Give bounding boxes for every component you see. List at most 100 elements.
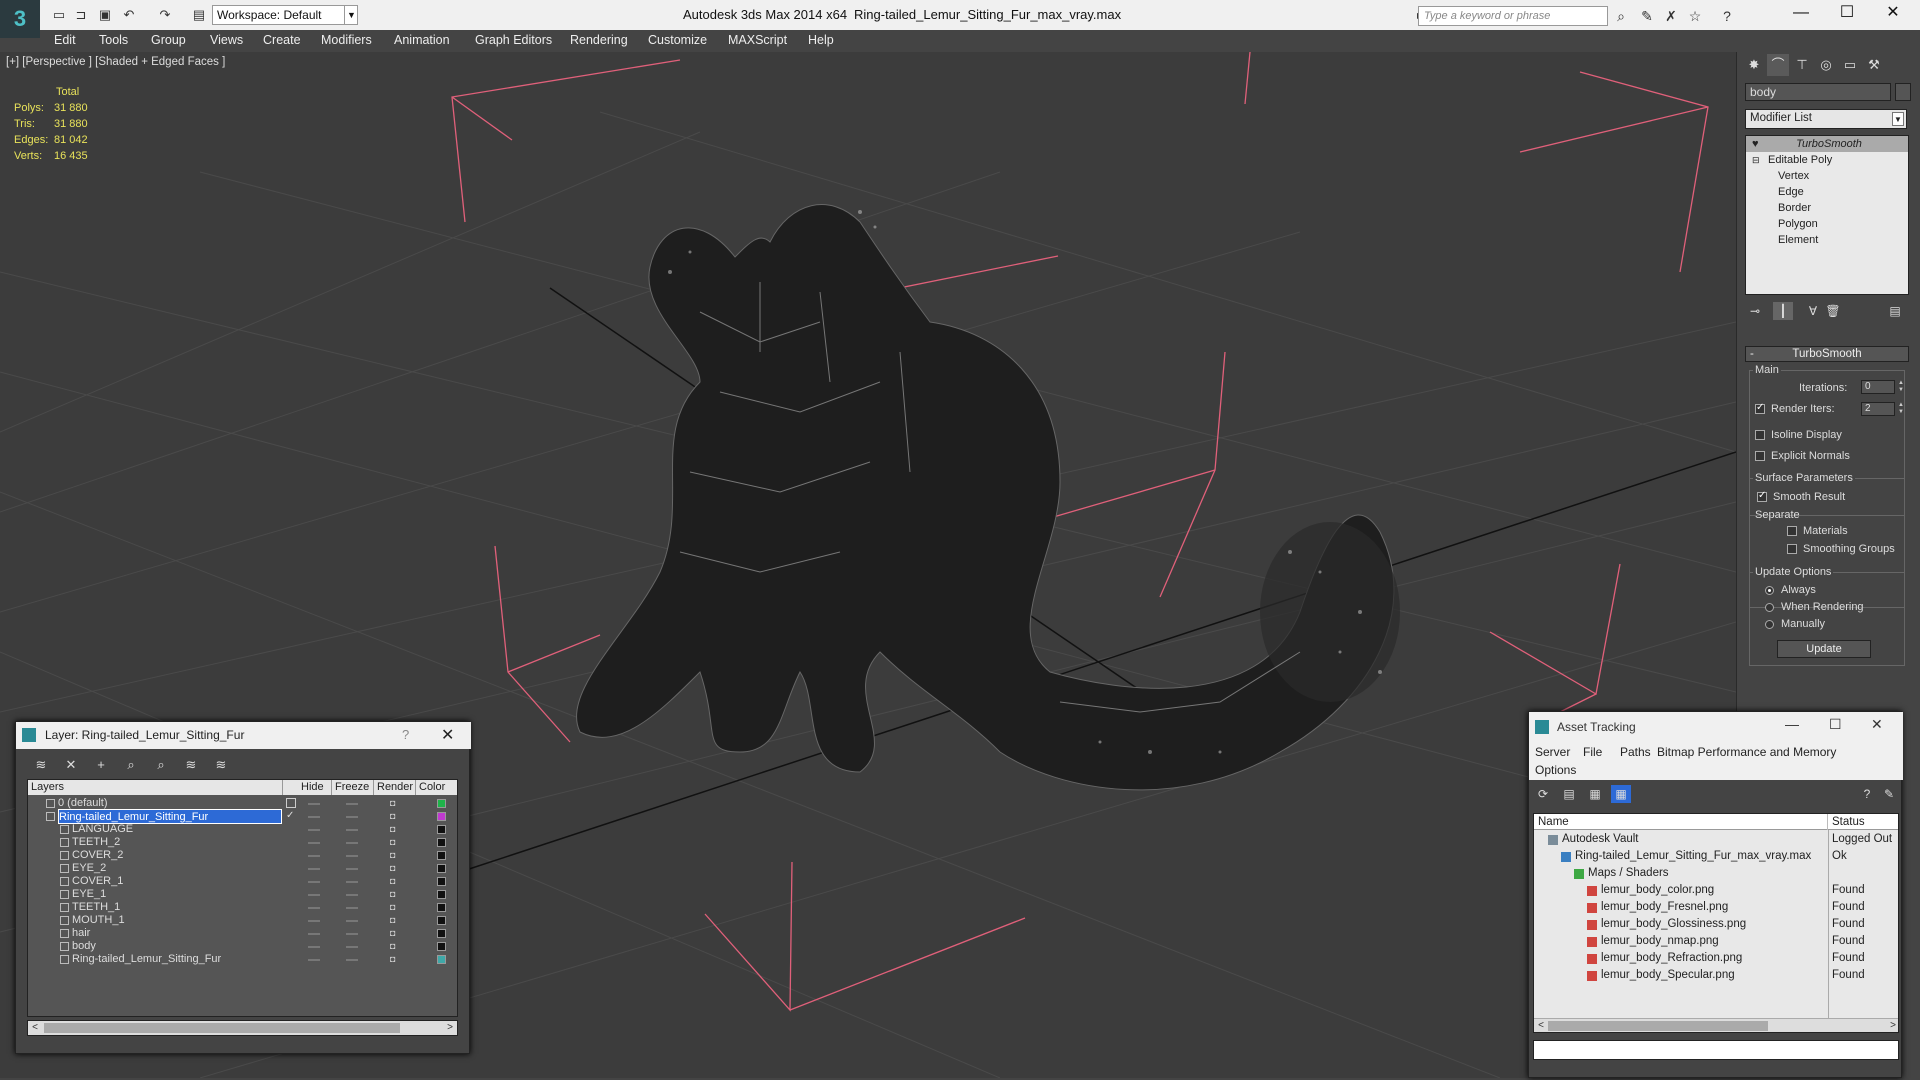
open-file-icon[interactable]: ⊐ [72,6,90,24]
column-layers[interactable]: Layers [28,780,283,795]
render-teapot-icon[interactable]: ◘ [390,916,400,925]
layer-freeze-toggle[interactable] [346,920,358,922]
search-input[interactable]: Type a keyword or phrase [1418,6,1608,26]
asset-row[interactable]: Autodesk Vault Logged Out [1534,831,1898,848]
new-file-icon[interactable]: ▭ [50,6,68,24]
asset-row[interactable]: Ring-tailed_Lemur_Sitting_Fur_max_vray.m… [1534,848,1898,865]
asset-row[interactable]: lemur_body_color.png Found [1534,882,1898,899]
freeze-all-layers-icon[interactable]: ≋ [210,754,232,776]
viewport-label[interactable]: [+] [Perspective ] [Shaded + Edged Faces… [6,56,225,68]
modify-tab-icon[interactable]: ⌒ [1767,54,1789,76]
asset-row[interactable]: lemur_body_Glossiness.png Found [1534,916,1898,933]
update-manually-radio[interactable] [1765,620,1774,629]
render-teapot-icon[interactable]: ◘ [390,838,400,847]
object-color-swatch[interactable] [1895,83,1911,101]
project-folder-icon[interactable]: ▤ [190,6,208,24]
layer-freeze-toggle[interactable] [346,803,358,805]
render-teapot-icon[interactable]: ◘ [390,929,400,938]
settings-icon[interactable]: ✎ [1879,785,1899,803]
menu-maxscript[interactable]: MAXScript [728,33,787,47]
hierarchy-tab-icon[interactable]: ⊤ [1791,54,1813,76]
stack-sub-border[interactable]: Border [1746,200,1908,216]
layer-hide-toggle[interactable] [308,933,320,935]
stack-sub-element[interactable]: Element [1746,232,1908,248]
layer-freeze-toggle[interactable] [346,868,358,870]
redo-icon[interactable]: ↷ [156,6,174,24]
menu-bitmap-performance[interactable]: Bitmap Performance and Memory [1657,745,1836,759]
smooth-result-checkbox[interactable] [1757,490,1767,502]
layer-freeze-toggle[interactable] [346,855,358,857]
asset-tracking-titlebar[interactable]: Asset Tracking — ☐ ✕ [1529,712,1903,742]
active-layer-check-icon[interactable]: ✓ [286,811,296,821]
minimize-button[interactable]: — [1778,0,1824,28]
workspace-dropdown[interactable]: Workspace: Default [212,5,358,25]
menu-customize[interactable]: Customize [648,33,707,47]
close-button[interactable]: ✕ [441,725,454,745]
subscription-icon[interactable]: ✎ [1638,7,1656,25]
layer-hide-toggle[interactable] [308,829,320,831]
make-unique-icon[interactable]: ∀ [1803,302,1823,320]
layer-color-swatch[interactable] [437,890,446,899]
layer-freeze-toggle[interactable] [346,933,358,935]
chevron-down-icon[interactable]: ▼ [344,5,358,25]
maximize-button[interactable]: ☐ [1824,0,1870,28]
menu-group[interactable]: Group [151,33,186,47]
create-layer-icon[interactable]: ≋ [30,754,52,776]
communication-icon[interactable]: ✗ [1662,7,1680,25]
stack-sub-polygon[interactable]: Polygon [1746,216,1908,232]
layer-hide-toggle[interactable] [308,842,320,844]
layer-hide-toggle[interactable] [308,881,320,883]
menu-file[interactable]: File [1583,745,1602,759]
menu-rendering[interactable]: Rendering [570,33,628,47]
layer-name[interactable]: Ring-tailed_Lemur_Sitting_Fur [72,952,221,967]
collapse-icon[interactable]: - [1750,347,1754,361]
layer-hide-toggle[interactable] [308,894,320,896]
asset-row[interactable]: lemur_body_Refraction.png Found [1534,950,1898,967]
app-logo-icon[interactable]: 3 [0,0,40,38]
layer-freeze-toggle[interactable] [346,881,358,883]
render-teapot-icon[interactable]: ◘ [390,903,400,912]
minimize-button[interactable]: — [1785,716,1799,732]
layer-hide-toggle[interactable] [308,907,320,909]
menu-options[interactable]: Options [1535,763,1576,777]
menu-animation[interactable]: Animation [394,33,450,47]
menu-views[interactable]: Views [210,33,243,47]
menu-graph-editors[interactable]: Graph Editors [475,33,552,47]
table-view-icon[interactable]: ▦ [1611,785,1631,803]
layer-hide-toggle[interactable] [308,855,320,857]
column-name[interactable]: Name [1534,814,1828,830]
chevron-down-icon[interactable]: ▼ [1892,112,1904,126]
scroll-thumb[interactable] [44,1023,400,1033]
render-teapot-icon[interactable]: ◘ [390,942,400,951]
column-render[interactable]: Render [374,780,416,795]
asset-row[interactable]: lemur_body_nmap.png Found [1534,933,1898,950]
column-freeze[interactable]: Freeze [332,780,374,795]
layer-row[interactable]: Ring-tailed_Lemur_Sitting_Fur ◘ [28,952,457,968]
layer-hide-toggle[interactable] [308,803,320,805]
help-icon[interactable]: ? [1857,785,1877,803]
menu-edit[interactable]: Edit [54,33,76,47]
menu-create[interactable]: Create [263,33,301,47]
close-button[interactable]: ✕ [1870,0,1916,28]
scroll-thumb[interactable] [1548,1021,1768,1031]
save-file-icon[interactable]: ▣ [96,6,114,24]
asset-row[interactable]: lemur_body_Fresnel.png Found [1534,899,1898,916]
layer-freeze-toggle[interactable] [346,816,358,818]
lemur-model[interactable] [575,204,1400,791]
horizontal-scrollbar[interactable]: < > [27,1020,458,1036]
update-button[interactable]: Update [1777,640,1871,658]
scroll-left-icon[interactable]: < [29,1022,41,1033]
column-status[interactable]: Status [1828,814,1898,830]
layer-color-swatch[interactable] [437,903,446,912]
isoline-display-checkbox[interactable] [1755,430,1765,440]
layer-freeze-toggle[interactable] [346,894,358,896]
list-view-icon[interactable]: ▤ [1559,785,1579,803]
explicit-normals-checkbox[interactable] [1755,451,1765,461]
turbosmooth-rollout-header[interactable]: - TurboSmooth [1745,346,1909,362]
favorites-star-icon[interactable]: ☆ [1686,7,1704,25]
layer-color-swatch[interactable] [437,838,446,847]
layer-dialog-titlebar[interactable]: Layer: Ring-tailed_Lemur_Sitting_Fur ? ✕ [16,722,471,749]
horizontal-scrollbar[interactable]: < > [1534,1018,1898,1032]
stack-sub-edge[interactable]: Edge [1746,184,1908,200]
layer-color-swatch[interactable] [437,851,446,860]
